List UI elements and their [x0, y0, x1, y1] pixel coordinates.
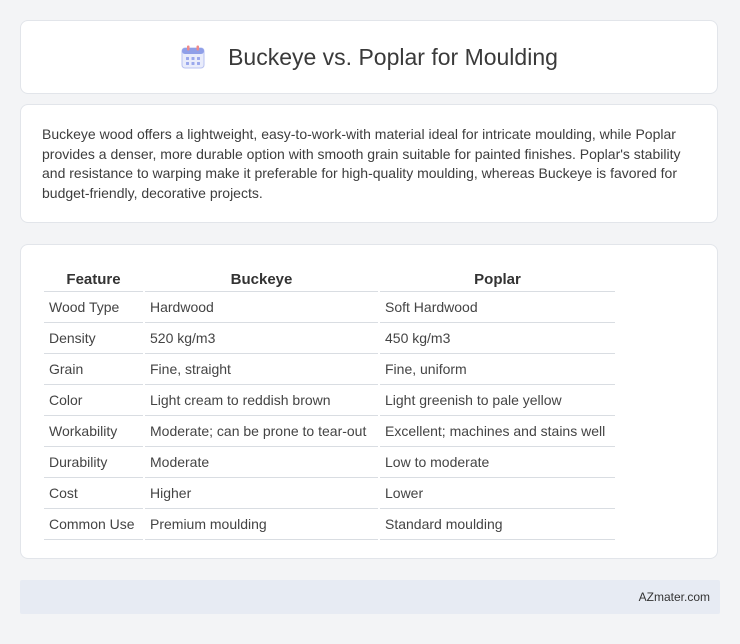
table-header-row: Feature Buckeye Poplar: [44, 265, 615, 292]
buckeye-cell: Higher: [145, 478, 378, 509]
buckeye-cell: Moderate: [145, 447, 378, 478]
buckeye-cell: Light cream to reddish brown: [145, 385, 378, 416]
feature-cell: Common Use: [44, 509, 143, 540]
title-wrap: Buckeye vs. Poplar for Moulding: [180, 44, 558, 71]
footer-site-link[interactable]: AZmater.com: [639, 590, 710, 604]
poplar-cell: Low to moderate: [380, 447, 615, 478]
feature-cell: Wood Type: [44, 292, 143, 323]
table-row: Workability Moderate; can be prone to te…: [44, 416, 615, 447]
feature-cell: Workability: [44, 416, 143, 447]
title-card: Buckeye vs. Poplar for Moulding: [20, 20, 718, 94]
summary-card: Buckeye wood offers a lightweight, easy-…: [20, 104, 718, 223]
table-row: Grain Fine, straight Fine, uniform: [44, 354, 615, 385]
buckeye-cell: Hardwood: [145, 292, 378, 323]
header-buckeye: Buckeye: [145, 265, 378, 292]
table-row: Wood Type Hardwood Soft Hardwood: [44, 292, 615, 323]
buckeye-cell: Moderate; can be prone to tear-out: [145, 416, 378, 447]
feature-cell: Durability: [44, 447, 143, 478]
poplar-cell: Fine, uniform: [380, 354, 615, 385]
comparison-table: Feature Buckeye Poplar Wood Type Hardwoo…: [42, 265, 617, 540]
feature-cell: Color: [44, 385, 143, 416]
feature-cell: Cost: [44, 478, 143, 509]
poplar-cell: Soft Hardwood: [380, 292, 615, 323]
comparison-card: Feature Buckeye Poplar Wood Type Hardwoo…: [20, 244, 718, 559]
feature-cell: Grain: [44, 354, 143, 385]
summary-paragraph: Buckeye wood offers a lightweight, easy-…: [42, 126, 681, 201]
poplar-cell: 450 kg/m3: [380, 323, 615, 354]
poplar-cell: Light greenish to pale yellow: [380, 385, 615, 416]
table-row: Durability Moderate Low to moderate: [44, 447, 615, 478]
poplar-cell: Standard moulding: [380, 509, 615, 540]
buckeye-cell: Fine, straight: [145, 354, 378, 385]
poplar-cell: Lower: [380, 478, 615, 509]
footer-bar: AZmater.com: [20, 580, 720, 614]
header-poplar: Poplar: [380, 265, 615, 292]
table-row: Density 520 kg/m3 450 kg/m3: [44, 323, 615, 354]
feature-cell: Density: [44, 323, 143, 354]
page-title: Buckeye vs. Poplar for Moulding: [228, 43, 558, 70]
header-feature: Feature: [44, 265, 143, 292]
table-row: Cost Higher Lower: [44, 478, 615, 509]
poplar-cell: Excellent; machines and stains well: [380, 416, 615, 447]
table-row: Common Use Premium moulding Standard mou…: [44, 509, 615, 540]
calendar-icon: [181, 45, 205, 69]
buckeye-cell: 520 kg/m3: [145, 323, 378, 354]
table-row: Color Light cream to reddish brown Light…: [44, 385, 615, 416]
buckeye-cell: Premium moulding: [145, 509, 378, 540]
